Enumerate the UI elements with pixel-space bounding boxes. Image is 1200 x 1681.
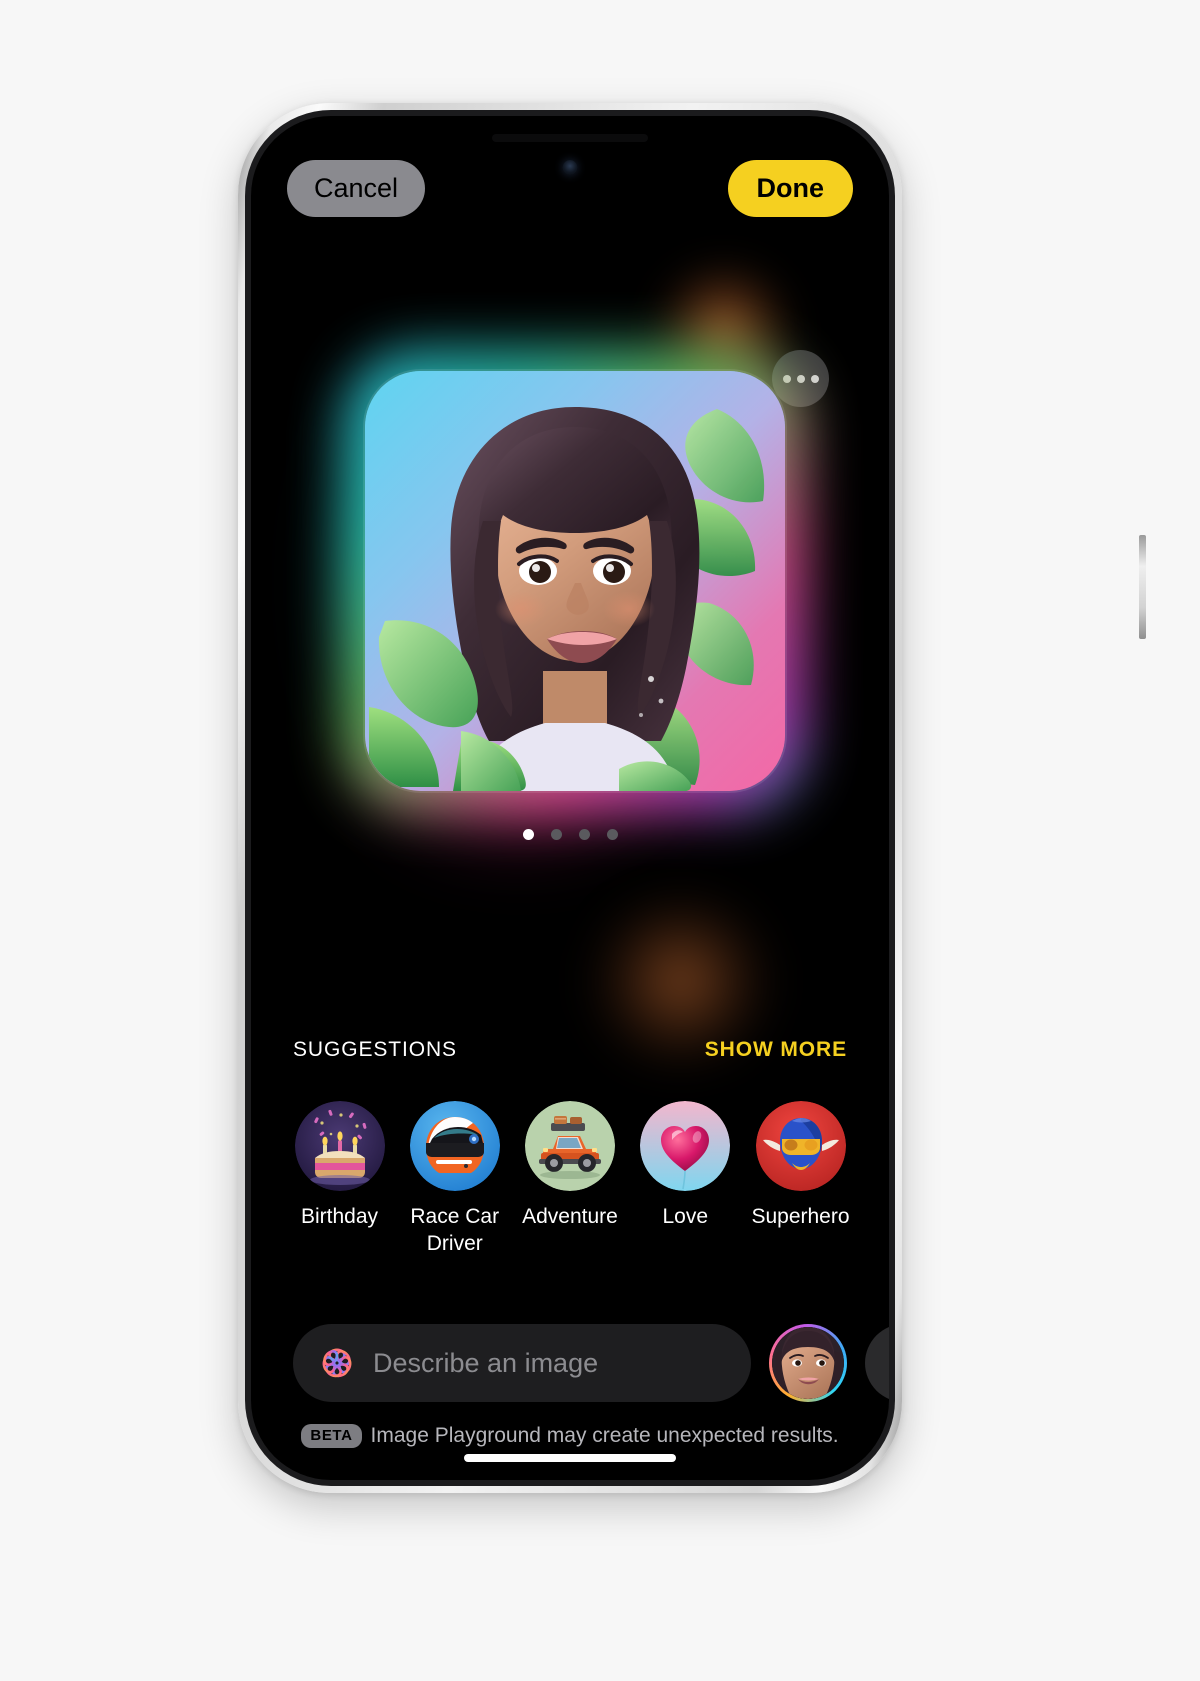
ellipsis-icon-dot bbox=[810, 374, 819, 383]
home-indicator[interactable] bbox=[464, 1454, 676, 1462]
phone-bezel: Cancel Done SUGGESTIONS SHOW MORE Birthd… bbox=[245, 110, 895, 1486]
suggestion-chip-adventure[interactable]: Adventure bbox=[520, 1101, 621, 1231]
cancel-button[interactable]: Cancel bbox=[287, 160, 426, 217]
dynamic-island bbox=[492, 134, 648, 142]
avatar-image bbox=[772, 1327, 844, 1399]
show-more-button[interactable]: SHOW MORE bbox=[705, 1038, 847, 1062]
page-dot-2[interactable] bbox=[550, 829, 562, 840]
suggestion-chip-superhero[interactable]: Superhero bbox=[750, 1101, 851, 1231]
generated-image-preview[interactable] bbox=[343, 349, 807, 813]
ellipsis-icon-dot bbox=[796, 374, 805, 383]
racing-helmet-icon bbox=[409, 1101, 500, 1191]
phone-screen: Cancel Done SUGGESTIONS SHOW MORE Birthd… bbox=[251, 116, 889, 1480]
generated-portrait-illustration bbox=[365, 371, 785, 791]
suggestions-header: SUGGESTIONS SHOW MORE bbox=[251, 1038, 889, 1062]
power-button[interactable] bbox=[1139, 535, 1146, 639]
plus-icon bbox=[885, 1344, 889, 1382]
suggestion-label: Adventure bbox=[522, 1205, 618, 1228]
done-button[interactable]: Done bbox=[727, 160, 853, 217]
page-dot-4[interactable] bbox=[606, 829, 618, 840]
beta-badge: BETA bbox=[301, 1424, 362, 1448]
suggestion-label: Race Car Driver bbox=[410, 1205, 500, 1255]
beta-disclaimer: BETA Image Playground may create unexpec… bbox=[251, 1424, 889, 1448]
suggestions-title: SUGGESTIONS bbox=[293, 1038, 457, 1061]
off-road-truck-icon bbox=[525, 1101, 615, 1191]
disclaimer-text: Image Playground may create unexpected r… bbox=[370, 1424, 839, 1447]
suggestion-label: Superhero bbox=[751, 1205, 850, 1228]
suggestion-label: Birthday bbox=[300, 1205, 379, 1228]
page-dot-1[interactable] bbox=[522, 829, 534, 840]
suggestion-chip-birthday[interactable]: Birthday bbox=[289, 1101, 390, 1231]
artwork-card[interactable] bbox=[365, 371, 785, 791]
page-dot-3[interactable] bbox=[578, 829, 590, 840]
suggestions-list: Birthday Race Car Driver Adventure Love … bbox=[251, 1101, 889, 1258]
suggestion-chip-race-car-driver[interactable]: Race Car Driver bbox=[404, 1101, 505, 1258]
playground-knot-icon bbox=[317, 1343, 357, 1383]
composer-bar bbox=[251, 1324, 889, 1402]
heart-balloon-icon bbox=[640, 1101, 731, 1191]
person-avatar[interactable] bbox=[769, 1324, 847, 1402]
phone-device-frame: Cancel Done SUGGESTIONS SHOW MORE Birthd… bbox=[238, 103, 1146, 1493]
superhero-mask-icon bbox=[755, 1101, 846, 1191]
describe-image-field[interactable] bbox=[293, 1324, 751, 1402]
page-indicator[interactable] bbox=[251, 829, 889, 840]
navigation-bar: Cancel Done bbox=[251, 160, 889, 217]
suggestion-label: Love bbox=[662, 1205, 709, 1228]
add-button[interactable] bbox=[865, 1324, 889, 1402]
birthday-cake-icon bbox=[294, 1101, 385, 1191]
suggestion-chip-love[interactable]: Love bbox=[635, 1101, 736, 1231]
screenshot-root: Cancel Done SUGGESTIONS SHOW MORE Birthd… bbox=[0, 0, 1200, 1681]
describe-image-input[interactable] bbox=[373, 1347, 727, 1379]
